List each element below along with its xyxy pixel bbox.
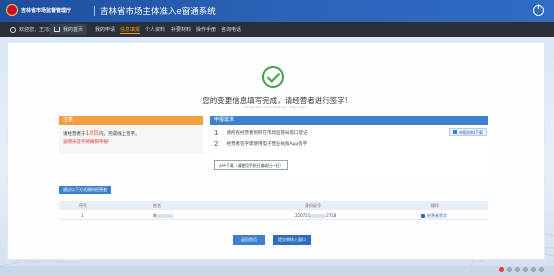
nav-item-my-applications[interactable]: 我的申请 [95,26,115,33]
nav-user[interactable]: 欢迎您，王冯涛 [10,26,54,33]
notice-line-1: 请经营者于10日内，完成线上签字。 [63,130,199,139]
sign-icon [421,214,425,218]
nav-home[interactable]: 我的首页 [50,24,88,35]
tray-icon[interactable] [523,267,528,272]
success-subtext: Complete Information, Sign Up! [243,105,307,109]
success-check-icon [262,66,284,88]
tray-icon[interactable] [507,267,512,272]
notice-suffix: 内，完成线上签字。 [99,132,140,137]
tray-icon[interactable] [515,267,520,272]
col-header-action: 操作 [431,203,439,208]
col-header-name: 姓名 [153,203,161,208]
nav-item-supplement[interactable]: 补要材料 [171,26,191,33]
download-icon [453,130,457,134]
step-number: 2 [214,140,219,148]
submit-review-button[interactable]: 提交审核入窗口 [273,235,311,245]
welcome-text: 欢迎您，王冯涛 [19,27,55,33]
main-nav: 欢迎您，王冯涛 我的首页 我的申请 信息填报 个人资料 补要材料 操作手册 咨询… [0,22,554,37]
nav-item-info-fill[interactable]: 信息填报 [120,26,141,34]
system-title: 吉林省市场主体准入e窗通系统 [100,7,216,17]
step-item: 1 请所有经营者到所在市场监管局窗口登记 [214,129,307,137]
steps-title: 申报需求 [210,116,488,125]
national-emblem-icon [6,4,18,16]
home-icon [54,27,60,32]
input-method-icon[interactable] [499,267,504,272]
cell-id-suffix: 2718 [326,213,337,218]
cell-name: 陈 [153,213,173,219]
masked-id [310,214,327,218]
nav-item-manual[interactable]: 操作手册 [196,26,216,33]
step-text: 请所有经营者到所在市场监管局窗口登记 [226,131,308,136]
nav-home-label: 我的首页 [63,27,84,33]
cell-index: 1 [81,213,84,218]
user-icon [10,26,16,33]
notice-title: 注意 [59,116,203,125]
top-header: 吉林省市场监督管理厅 吉林省市场主体准入e窗通系统 [0,0,554,22]
logout-power-icon[interactable] [533,4,544,16]
app-download-button[interactable]: APP下载（请使用手机扫描或扫一扫） [214,160,289,170]
nav-item-profile[interactable]: 个人资料 [145,26,165,33]
tray-icon[interactable] [531,267,536,272]
table-header: 序号 姓名 身份证号 操作 [59,201,488,210]
tray-icon[interactable] [539,267,544,272]
notice-prefix: 请经营者于 [63,132,86,137]
step-item: 2 经营者签字需使用电子营业执照App签字 [214,140,307,148]
step-number: 1 [214,129,219,137]
notify-operators-button[interactable]: 通过以下方式通知经营者 [59,186,111,194]
back-home-button[interactable]: 返回首页 [233,235,265,245]
notice-warning: 逾期未签字将撤销申报! [63,140,110,145]
cell-id-prefix: 220721 [295,213,311,218]
notice-days: 10日 [85,130,100,137]
step-text: 经营者签字需使用电子营业执照App签字 [226,142,308,147]
col-header-id: 身份证号 [305,203,321,208]
organization-name: 吉林省市场监督管理厅 [21,8,72,14]
nav-item-hotline[interactable]: 咨询电话 [221,26,241,33]
download-label: 申报材料下载 [459,129,483,135]
download-materials-button[interactable]: 申报材料下载 [449,128,487,136]
masked-name [157,214,173,218]
cell-id: 220721 2718 [295,213,336,218]
notice-box: 请经营者于10日内，完成线上签字。 逾期未签字将撤销申报! [59,126,203,154]
header-divider [94,6,95,16]
system-tray [499,267,544,272]
col-header-index: 序号 [79,203,87,208]
sign-action-link[interactable]: 经营者签字 [421,213,447,219]
sign-action-label: 经营者签字 [427,213,447,218]
table-row: 1 陈 220721 2718 经营者签字 [59,211,488,220]
